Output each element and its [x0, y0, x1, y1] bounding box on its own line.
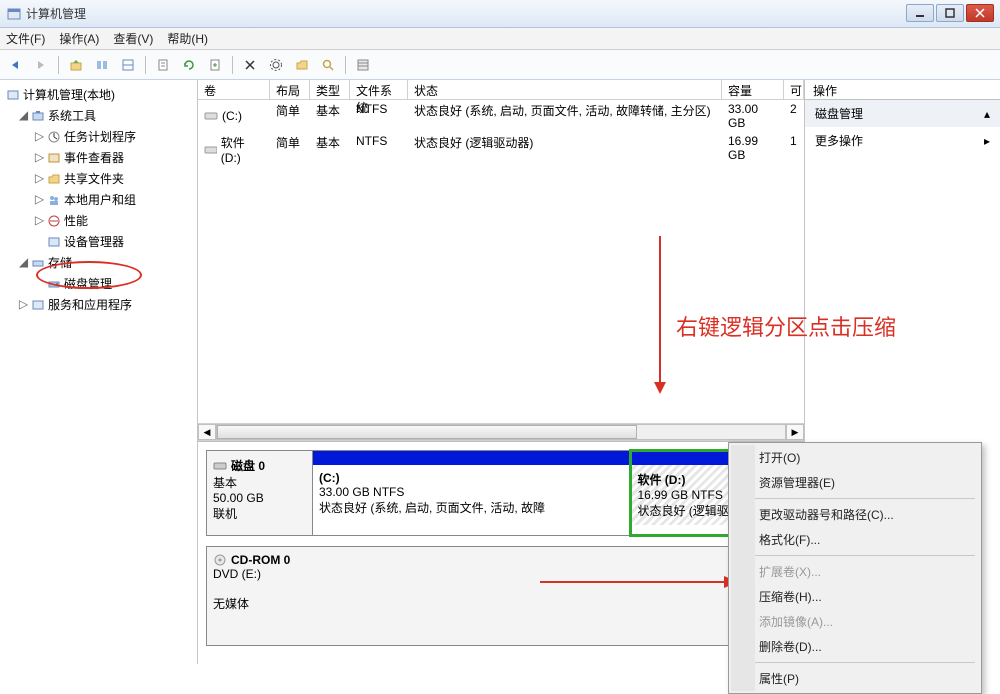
- scroll-left-button[interactable]: ◀: [198, 424, 216, 440]
- menu-action[interactable]: 操作(A): [59, 30, 99, 47]
- ctx-properties[interactable]: 属性(P): [731, 666, 979, 691]
- ctx-open[interactable]: 打开(O): [731, 445, 979, 470]
- ctx-explorer[interactable]: 资源管理器(E): [731, 470, 979, 495]
- views-button-1[interactable]: [91, 54, 113, 76]
- horizontal-scrollbar[interactable]: ◀ ▶: [198, 423, 804, 441]
- col-status[interactable]: 状态: [408, 80, 722, 99]
- scroll-track[interactable]: [216, 424, 786, 440]
- app-icon: [6, 6, 22, 22]
- context-menu: 打开(O) 资源管理器(E) 更改驱动器号和路径(C)... 格式化(F)...…: [728, 442, 982, 694]
- disk-0-row: 磁盘 0 基本 50.00 GB 联机 (C:) 33.00 GB NTFS 状…: [206, 450, 796, 536]
- tree-services[interactable]: ▷服务和应用程序: [0, 294, 197, 315]
- forward-button[interactable]: [30, 54, 52, 76]
- chevron-right-icon: ▸: [984, 134, 990, 148]
- col-layout[interactable]: 布局: [270, 80, 310, 99]
- disk-0-header[interactable]: 磁盘 0 基本 50.00 GB 联机: [207, 451, 313, 535]
- export-button[interactable]: [204, 54, 226, 76]
- ctx-shrink[interactable]: 压缩卷(H)...: [731, 584, 979, 609]
- ctx-mirror: 添加镜像(A)...: [731, 609, 979, 634]
- menu-bar: 文件(F) 操作(A) 查看(V) 帮助(H): [0, 28, 1000, 50]
- tree-disk-management[interactable]: 磁盘管理: [0, 273, 197, 294]
- volume-header: 卷 布局 类型 文件系统 状态 容量 可: [198, 80, 804, 100]
- toolbar: [0, 50, 1000, 80]
- col-volume[interactable]: 卷: [198, 80, 270, 99]
- col-free[interactable]: 可: [784, 80, 804, 99]
- col-capacity[interactable]: 容量: [722, 80, 784, 99]
- volume-list: (C:) 简单 基本 NTFS 状态良好 (系统, 启动, 页面文件, 活动, …: [198, 100, 804, 167]
- disk-layout-panel: 磁盘 0 基本 50.00 GB 联机 (C:) 33.00 GB NTFS 状…: [198, 441, 804, 664]
- tree-task-scheduler[interactable]: ▷任务计划程序: [0, 126, 197, 147]
- partition-c[interactable]: (C:) 33.00 GB NTFS 状态良好 (系统, 启动, 页面文件, 活…: [313, 451, 631, 535]
- actions-disk-management[interactable]: 磁盘管理 ▴: [805, 100, 1000, 127]
- menu-view[interactable]: 查看(V): [113, 30, 153, 47]
- menu-help[interactable]: 帮助(H): [167, 30, 208, 47]
- ctx-extend: 扩展卷(X)...: [731, 559, 979, 584]
- window-title: 计算机管理: [26, 5, 86, 22]
- views-button-2[interactable]: [117, 54, 139, 76]
- actions-more[interactable]: 更多操作 ▸: [805, 127, 1000, 154]
- folder-button[interactable]: [291, 54, 313, 76]
- settings-icon[interactable]: [265, 54, 287, 76]
- maximize-button[interactable]: [936, 4, 964, 22]
- tree-performance[interactable]: ▷性能: [0, 210, 197, 231]
- search-icon[interactable]: [317, 54, 339, 76]
- tree-device-manager[interactable]: 设备管理器: [0, 231, 197, 252]
- list-view-icon[interactable]: [352, 54, 374, 76]
- volume-row-c[interactable]: (C:) 简单 基本 NTFS 状态良好 (系统, 启动, 页面文件, 活动, …: [198, 100, 804, 132]
- cdrom-header[interactable]: CD-ROM 0 DVD (E:) 无媒体: [207, 547, 795, 645]
- col-fs[interactable]: 文件系统: [350, 80, 408, 99]
- volume-row-d[interactable]: 软件 (D:) 简单 基本 NTFS 状态良好 (逻辑驱动器) 16.99 GB…: [198, 132, 804, 167]
- tree-system-tools[interactable]: ◢系统工具: [0, 105, 197, 126]
- title-bar: 计算机管理: [0, 0, 1000, 28]
- delete-button[interactable]: [239, 54, 261, 76]
- close-button[interactable]: [966, 4, 994, 22]
- refresh-button[interactable]: [178, 54, 200, 76]
- tree-event-viewer[interactable]: ▷事件查看器: [0, 147, 197, 168]
- tree-storage[interactable]: ◢存储: [0, 252, 197, 273]
- ctx-format[interactable]: 格式化(F)...: [731, 527, 979, 552]
- col-type[interactable]: 类型: [310, 80, 350, 99]
- spacer: [198, 167, 804, 423]
- menu-file[interactable]: 文件(F): [6, 30, 45, 47]
- back-button[interactable]: [4, 54, 26, 76]
- ctx-delete[interactable]: 删除卷(D)...: [731, 634, 979, 659]
- tree-local-users[interactable]: ▷本地用户和组: [0, 189, 197, 210]
- cdrom-row: CD-ROM 0 DVD (E:) 无媒体: [206, 546, 796, 646]
- collapse-icon: ▴: [984, 107, 990, 121]
- minimize-button[interactable]: [906, 4, 934, 22]
- actions-header: 操作: [805, 80, 1000, 100]
- properties-button[interactable]: [152, 54, 174, 76]
- ctx-change-letter[interactable]: 更改驱动器号和路径(C)...: [731, 502, 979, 527]
- up-folder-button[interactable]: [65, 54, 87, 76]
- tree-shared-folders[interactable]: ▷共享文件夹: [0, 168, 197, 189]
- tree-root[interactable]: 计算机管理(本地): [0, 84, 197, 105]
- scroll-right-button[interactable]: ▶: [786, 424, 804, 440]
- scroll-thumb[interactable]: [217, 425, 637, 439]
- navigation-tree: 计算机管理(本地) ◢系统工具 ▷任务计划程序 ▷事件查看器 ▷共享文件夹 ▷本…: [0, 80, 198, 664]
